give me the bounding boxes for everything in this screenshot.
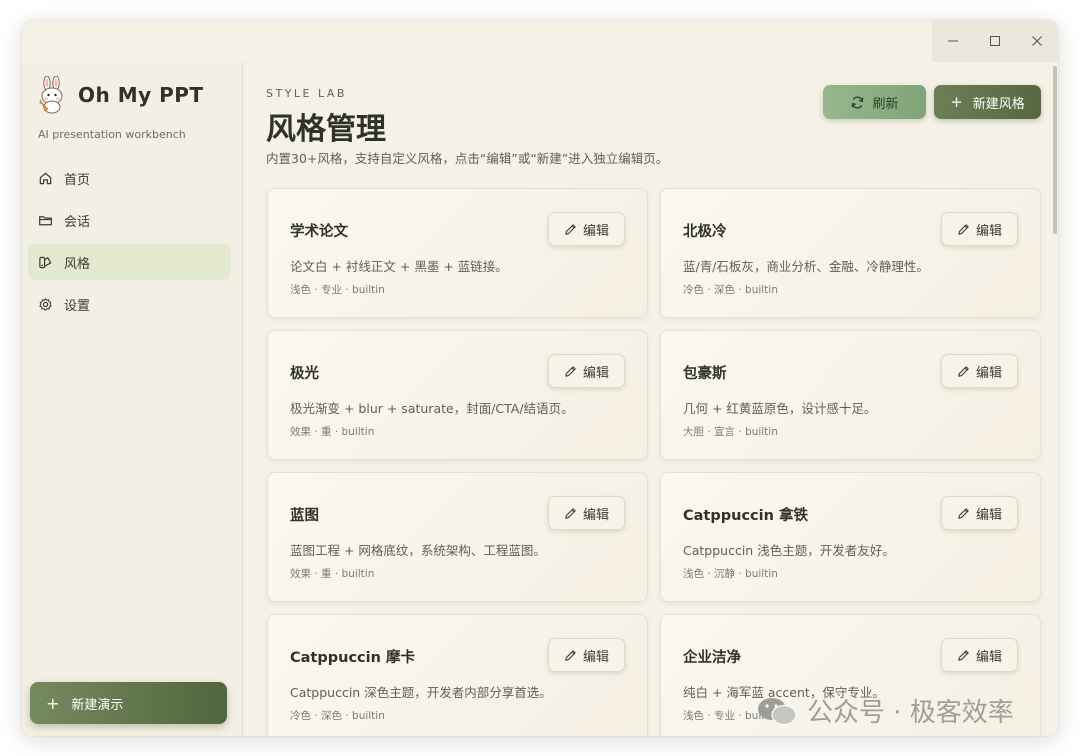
refresh-icon — [852, 95, 864, 109]
style-card[interactable]: 极光 编辑 极光渐变 + blur + saturate，封面/CTA/结语页。… — [267, 330, 648, 460]
style-name: 北极冷 — [683, 224, 727, 240]
brand: Oh My PPT — [36, 76, 204, 114]
edit-label: 编辑 — [975, 365, 1002, 381]
edit-label: 编辑 — [975, 507, 1002, 523]
edit-button[interactable]: 编辑 — [941, 354, 1018, 388]
edit-label: 编辑 — [582, 649, 609, 665]
new-presentation-label: 新建演示 — [71, 697, 124, 713]
app-title: Oh My PPT — [78, 83, 204, 107]
sidebar: Oh My PPT AI presentation workbench 首页 会… — [22, 62, 243, 736]
style-card[interactable]: 北极冷 编辑 蓝/青/石板灰，商业分析、金融、冷静理性。 冷色 · 深色 · b… — [660, 188, 1041, 318]
style-tags: 浅色 · 沉静 · builtin — [683, 568, 778, 580]
sidebar-item-styles[interactable]: 风格 — [28, 244, 231, 280]
style-description: 论文白 + 衬线正文 + 黑墨 + 蓝链接。 — [290, 259, 508, 274]
pencil-icon — [565, 365, 576, 377]
plus-icon: + — [46, 693, 60, 713]
palette-icon — [39, 256, 52, 268]
minimize-icon[interactable] — [932, 20, 974, 62]
sidebar-nav: 首页 会话 风格 设置 — [28, 160, 231, 328]
edit-button[interactable]: 编辑 — [548, 354, 625, 388]
title-bar — [22, 20, 1058, 62]
edit-button[interactable]: 编辑 — [941, 212, 1018, 246]
sidebar-item-label: 首页 — [64, 172, 91, 188]
style-description: 几何 + 红黄蓝原色，设计感十足。 — [683, 401, 877, 416]
page-description: 内置30+风格，支持自定义风格，点击“编辑”或“新建”进入独立编辑页。 — [266, 151, 669, 166]
pencil-icon — [565, 507, 576, 519]
bunny-logo-icon — [39, 76, 63, 114]
sidebar-item-label: 设置 — [64, 298, 91, 314]
pencil-icon — [958, 365, 969, 377]
sidebar-item-home[interactable]: 首页 — [28, 160, 231, 196]
edit-button[interactable]: 编辑 — [941, 496, 1018, 530]
watermark-text: 公众号 · 极客效率 — [807, 698, 1014, 728]
style-tags: 效果 · 重 · builtin — [290, 568, 375, 580]
new-style-button[interactable]: + 新建风格 — [934, 85, 1041, 119]
style-description: 蓝/青/石板灰，商业分析、金融、冷静理性。 — [683, 259, 929, 274]
style-name: Catppuccin 摩卡 — [290, 650, 415, 666]
app-subtitle: AI presentation workbench — [38, 128, 186, 141]
style-name: 学术论文 — [290, 224, 348, 240]
style-name: 极光 — [290, 366, 319, 382]
style-tags: 效果 · 重 · builtin — [290, 426, 375, 438]
sidebar-item-label: 风格 — [64, 256, 91, 272]
style-name: 蓝图 — [290, 508, 319, 524]
edit-label: 编辑 — [975, 223, 1002, 239]
page-title: 风格管理 — [266, 112, 386, 147]
sidebar-item-sessions[interactable]: 会话 — [28, 202, 231, 238]
home-icon — [39, 172, 52, 184]
pencil-icon — [565, 649, 576, 661]
style-description: 极光渐变 + blur + saturate，封面/CTA/结语页。 — [290, 401, 574, 416]
app-window: Oh My PPT AI presentation workbench 首页 会… — [22, 20, 1058, 736]
style-description: Catppuccin 深色主题，开发者内部分享首选。 — [290, 685, 552, 700]
wechat-icon — [758, 697, 797, 725]
style-card[interactable]: Catppuccin 拿铁 编辑 Catppuccin 浅色主题，开发者友好。 … — [660, 472, 1041, 602]
style-card[interactable]: 学术论文 编辑 论文白 + 衬线正文 + 黑墨 + 蓝链接。 浅色 · 专业 ·… — [267, 188, 648, 318]
plus-icon: + — [950, 93, 963, 111]
style-description: Catppuccin 浅色主题，开发者友好。 — [683, 543, 895, 558]
pencil-icon — [958, 223, 969, 235]
style-tags: 冷色 · 深色 · builtin — [683, 284, 778, 296]
style-card[interactable]: 蓝图 编辑 蓝图工程 + 网格底纹，系统架构、工程蓝图。 效果 · 重 · bu… — [267, 472, 648, 602]
pencil-icon — [958, 507, 969, 519]
edit-label: 编辑 — [582, 365, 609, 381]
style-tags: 大胆 · 宣言 · builtin — [683, 426, 778, 438]
style-name: Catppuccin 拿铁 — [683, 508, 808, 524]
edit-button[interactable]: 编辑 — [548, 496, 625, 530]
style-description: 蓝图工程 + 网格底纹，系统架构、工程蓝图。 — [290, 543, 546, 558]
style-tags: 冷色 · 深色 · builtin — [290, 710, 385, 722]
page-eyebrow: STYLE LAB — [266, 87, 347, 100]
scrollbar[interactable] — [1053, 66, 1057, 234]
main-content: STYLE LAB 风格管理 内置30+风格，支持自定义风格，点击“编辑”或“新… — [244, 62, 1058, 736]
edit-button[interactable]: 编辑 — [548, 212, 625, 246]
style-tags: 浅色 · 专业 · builtin — [290, 284, 385, 296]
refresh-button[interactable]: 刷新 — [823, 85, 926, 119]
edit-label: 编辑 — [582, 223, 609, 239]
edit-button[interactable]: 编辑 — [548, 638, 625, 672]
sidebar-item-label: 会话 — [64, 214, 91, 230]
window-controls — [932, 20, 1058, 62]
style-name: 包豪斯 — [683, 366, 727, 382]
edit-label: 编辑 — [582, 507, 609, 523]
new-style-label: 新建风格 — [972, 96, 1025, 112]
style-name: 企业洁净 — [683, 650, 741, 666]
refresh-label: 刷新 — [872, 96, 899, 112]
close-icon[interactable] — [1016, 20, 1058, 62]
sidebar-item-settings[interactable]: 设置 — [28, 286, 231, 322]
style-card[interactable]: Catppuccin 摩卡 编辑 Catppuccin 深色主题，开发者内部分享… — [267, 614, 648, 736]
style-card[interactable]: 包豪斯 编辑 几何 + 红黄蓝原色，设计感十足。 大胆 · 宣言 · built… — [660, 330, 1041, 460]
folder-icon — [39, 215, 52, 225]
edit-label: 编辑 — [975, 649, 1002, 665]
new-presentation-button[interactable]: + 新建演示 — [30, 682, 227, 724]
pencil-icon — [565, 223, 576, 235]
maximize-icon[interactable] — [974, 20, 1016, 62]
watermark: 公众号 · 极客效率 — [755, 692, 1014, 729]
gear-icon — [39, 297, 52, 311]
edit-button[interactable]: 编辑 — [941, 638, 1018, 672]
pencil-icon — [958, 649, 969, 661]
